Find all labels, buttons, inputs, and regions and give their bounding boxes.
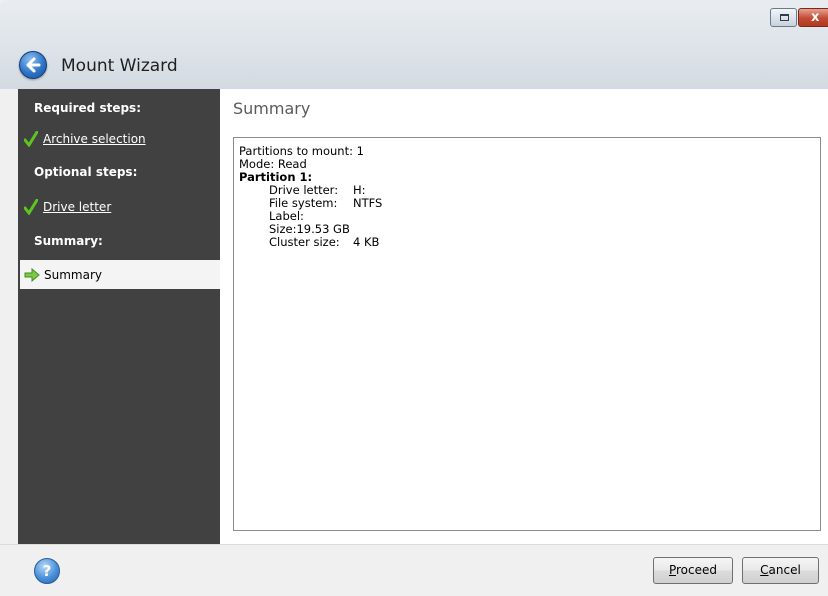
wizard-steps-sidebar: Required steps: Archive selection Option… [18, 89, 238, 544]
check-icon [24, 131, 38, 147]
title-bar: x Mount Wizard [0, 0, 828, 89]
file-system-value: NTFS [353, 196, 383, 210]
step-summary-current[interactable]: Summary [20, 260, 238, 289]
drive-letter-value: H: [353, 183, 366, 197]
footer-bar: ? Proceed Cancel [0, 544, 828, 596]
check-icon [24, 199, 38, 215]
summary-heading: Summary: [34, 234, 103, 248]
proceed-label: roceed [676, 563, 718, 577]
cluster-size-key: Cluster size: [269, 235, 340, 249]
main-content: Summary Partitions to mount: 1 Mode: Rea… [220, 89, 828, 544]
mount-wizard-window: x Mount Wizard Required steps: Archive s… [0, 0, 828, 596]
proceed-button[interactable]: Proceed [653, 557, 733, 584]
file-system-row: File system: NTFS [239, 197, 815, 210]
restore-icon [780, 14, 789, 21]
window-title: Mount Wizard [61, 56, 178, 76]
back-arrow-icon[interactable] [19, 51, 47, 79]
cluster-size-value: 4 KB [353, 235, 380, 249]
green-arrow-icon [24, 267, 40, 282]
restore-button[interactable] [770, 8, 797, 27]
partitions-to-mount: Partitions to mount: 1 [239, 144, 364, 158]
optional-steps-heading: Optional steps: [34, 165, 138, 179]
step-drive-letter[interactable]: Drive letter [24, 197, 111, 217]
step-archive-selection[interactable]: Archive selection [24, 129, 146, 149]
cancel-access-key: C [760, 563, 769, 577]
cancel-button[interactable]: Cancel [742, 557, 819, 584]
step-drive-letter-label[interactable]: Drive letter [43, 200, 111, 214]
required-steps-heading: Required steps: [34, 101, 141, 115]
help-icon[interactable]: ? [34, 558, 60, 584]
proceed-access-key: P [668, 563, 677, 577]
close-icon: x [811, 10, 820, 25]
step-archive-selection-label[interactable]: Archive selection [43, 132, 146, 146]
summary-box: Partitions to mount: 1 Mode: Read Partit… [233, 137, 821, 531]
step-summary-label: Summary [44, 267, 102, 282]
cancel-label: ancel [768, 563, 801, 577]
cluster-size-row: Cluster size: 4 KB [239, 236, 815, 249]
mode-text: Mode: Read [239, 157, 307, 171]
page-title: Summary [233, 99, 311, 118]
close-button[interactable]: x [798, 8, 828, 27]
